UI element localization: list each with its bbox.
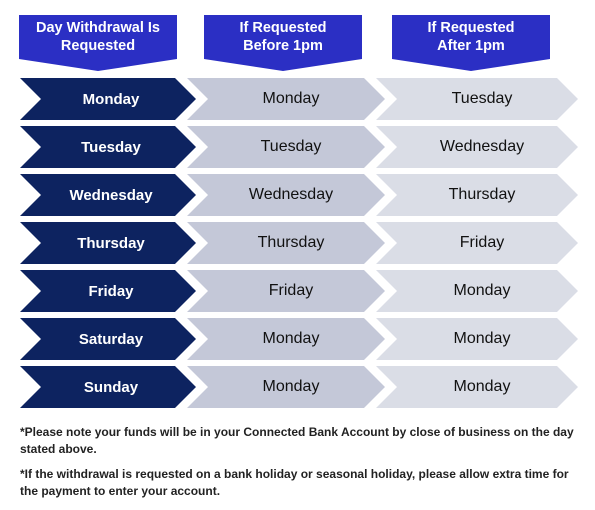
header-label-line2: After 1pm	[437, 38, 505, 54]
after-1pm-cell-label: Monday	[453, 282, 511, 299]
header-label-line2: Requested	[60, 38, 136, 54]
after-1pm-cell-label: Wednesday	[439, 138, 525, 155]
before-1pm-cell: Monday	[187, 78, 385, 120]
day-requested-cell-label: Tuesday	[81, 138, 141, 156]
header-arrow-tip	[392, 59, 550, 71]
day-requested-cell-label: Saturday	[78, 330, 144, 348]
table-row: Sunday Monday Monday	[0, 366, 595, 408]
day-requested-cell-label: Monday	[82, 90, 140, 108]
before-1pm-cell: Monday	[187, 318, 385, 360]
before-1pm-cell-label: Tuesday	[260, 138, 322, 155]
day-requested-cell: Tuesday	[20, 126, 196, 168]
note-funds-timing: *Please note your funds will be in your …	[20, 425, 574, 456]
header-after-1pm: If Requested After 1pm	[392, 15, 550, 59]
before-1pm-cell-label: Monday	[262, 378, 320, 395]
before-1pm-cell: Monday	[187, 366, 385, 408]
after-1pm-cell: Monday	[376, 366, 578, 408]
before-1pm-cell-label: Monday	[262, 330, 320, 347]
header-arrow-tip	[19, 59, 177, 71]
day-requested-cell: Thursday	[20, 222, 196, 264]
header-label-line2: Before 1pm	[243, 38, 323, 54]
after-1pm-cell-label: Monday	[453, 330, 511, 347]
header-label-line1: Day Withdrawal Is	[36, 20, 160, 36]
after-1pm-cell-label: Monday	[453, 378, 511, 395]
after-1pm-cell: Thursday	[376, 174, 578, 216]
table-row: Tuesday Tuesday Wednesday	[0, 126, 595, 168]
header-arrow-tip	[204, 59, 362, 71]
day-requested-cell: Wednesday	[20, 174, 196, 216]
after-1pm-cell: Wednesday	[376, 126, 578, 168]
table-row: Thursday Thursday Friday	[0, 222, 595, 264]
header-label-line1: If Requested	[239, 20, 327, 36]
header-label-line1: If Requested	[427, 20, 515, 36]
day-requested-cell: Monday	[20, 78, 196, 120]
table-row: Friday Friday Monday	[0, 270, 595, 312]
before-1pm-cell: Tuesday	[187, 126, 385, 168]
day-requested-cell-label: Friday	[88, 282, 134, 300]
day-requested-cell: Friday	[20, 270, 196, 312]
after-1pm-cell-label: Thursday	[448, 186, 516, 203]
table-row: Monday Monday Tuesday	[0, 78, 595, 120]
table-row: Saturday Monday Monday	[0, 318, 595, 360]
before-1pm-cell: Wednesday	[187, 174, 385, 216]
table-row: Wednesday Wednesday Thursday	[0, 174, 595, 216]
note-bank-holiday: *If the withdrawal is requested on a ban…	[20, 467, 569, 498]
day-requested-cell: Saturday	[20, 318, 196, 360]
day-requested-cell-label: Wednesday	[69, 186, 153, 204]
day-requested-cell-label: Thursday	[77, 234, 145, 252]
day-requested-cell: Sunday	[20, 366, 196, 408]
before-1pm-cell-label: Monday	[262, 90, 320, 107]
header-day-requested: Day Withdrawal Is Requested	[19, 15, 177, 59]
after-1pm-cell: Monday	[376, 270, 578, 312]
before-1pm-cell-label: Wednesday	[248, 186, 334, 203]
after-1pm-cell-label: Tuesday	[451, 90, 513, 107]
after-1pm-cell: Friday	[376, 222, 578, 264]
after-1pm-cell: Tuesday	[376, 78, 578, 120]
before-1pm-cell: Thursday	[187, 222, 385, 264]
before-1pm-cell-label: Friday	[268, 282, 314, 299]
before-1pm-cell: Friday	[187, 270, 385, 312]
before-1pm-cell-label: Thursday	[257, 234, 325, 251]
header-before-1pm: If Requested Before 1pm	[204, 15, 362, 59]
day-requested-cell-label: Sunday	[83, 378, 139, 396]
after-1pm-cell-label: Friday	[459, 234, 505, 251]
after-1pm-cell: Monday	[376, 318, 578, 360]
